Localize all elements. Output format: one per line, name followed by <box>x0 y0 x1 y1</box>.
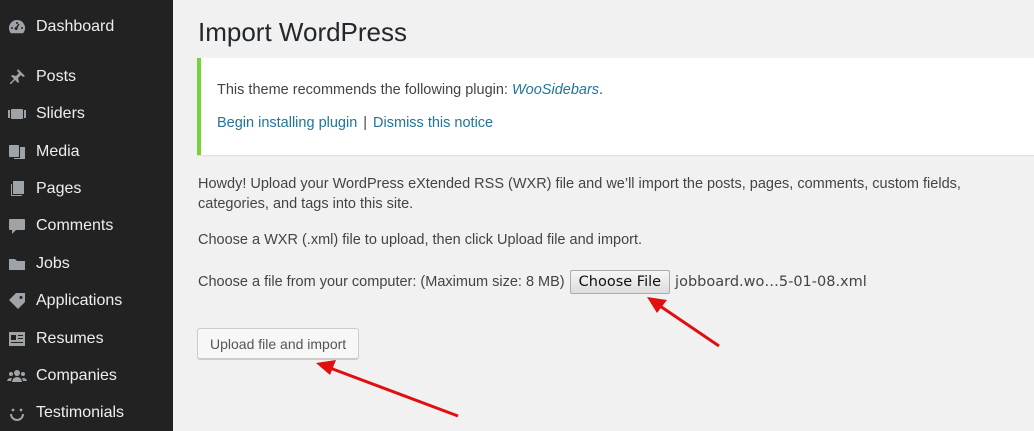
sidebar-item-label: Applications <box>36 292 123 309</box>
sidebar-item-applications[interactable]: Applications <box>0 284 173 318</box>
folder-icon <box>6 253 28 275</box>
sidebar-item-pages[interactable]: Pages <box>0 172 173 206</box>
sidebar-item-label: Jobs <box>36 255 70 272</box>
slider-icon <box>6 103 28 125</box>
page-title: Import WordPress <box>198 17 408 47</box>
group-icon <box>6 365 28 387</box>
sidebar-item-resumes[interactable]: Resumes <box>0 322 173 356</box>
sidebar-item-label: Companies <box>36 367 117 384</box>
sidebar-item-label: Resumes <box>36 330 104 347</box>
file-upload-row: Choose a file from your computer: (Maxim… <box>198 270 867 294</box>
sidebar-item-label: Posts <box>36 68 77 85</box>
notice-text: This theme recommends the following plug… <box>217 82 603 98</box>
dismiss-notice-link[interactable]: Dismiss this notice <box>373 115 493 131</box>
dashboard-icon <box>6 16 28 38</box>
id-card-icon <box>6 328 28 350</box>
media-icon <box>6 141 28 163</box>
sidebar-item-label: Media <box>36 143 80 160</box>
notice-text-prefix: This theme recommends the following plug… <box>217 82 512 98</box>
notice-separator: | <box>363 115 368 131</box>
sidebar-item-media[interactable]: Media <box>0 135 173 169</box>
sidebar-item-testimonials[interactable]: Testimonials <box>0 396 173 430</box>
choose-hint-text: Choose a WXR (.xml) file to upload, then… <box>198 232 643 248</box>
sidebar-item-dashboard[interactable]: Dashboard <box>0 10 173 44</box>
comment-icon <box>6 215 28 237</box>
plugin-link[interactable]: WooSidebars <box>512 82 599 98</box>
smiley-icon <box>6 402 28 424</box>
pin-icon <box>6 66 28 88</box>
sidebar-item-sliders[interactable]: Sliders <box>0 97 173 131</box>
file-label: Choose a file from your computer: (Maxim… <box>198 274 565 290</box>
intro-text: Howdy! Upload your WordPress eXtended RS… <box>198 176 961 212</box>
sidebar-item-label: Comments <box>36 217 114 234</box>
admin-sidebar: Dashboard Posts Sliders Media Pages Comm… <box>0 0 173 431</box>
selected-file-name: jobboard.wo…5-01-08.xml <box>675 274 867 290</box>
pages-icon <box>6 178 28 200</box>
notice-text-suffix: . <box>599 82 604 98</box>
sidebar-item-label: Sliders <box>36 105 85 122</box>
sidebar-item-label: Dashboard <box>36 18 115 35</box>
sidebar-item-posts[interactable]: Posts <box>0 60 173 94</box>
begin-installing-link[interactable]: Begin installing plugin <box>217 115 357 131</box>
plugin-notice: This theme recommends the following plug… <box>197 58 1034 155</box>
sidebar-item-jobs[interactable]: Jobs <box>0 247 173 281</box>
sidebar-item-label: Pages <box>36 180 82 197</box>
sidebar-item-label: Testimonials <box>36 404 125 421</box>
sidebar-item-companies[interactable]: Companies <box>0 359 173 393</box>
choose-file-button[interactable]: Choose File <box>569 270 671 294</box>
sidebar-item-comments[interactable]: Comments <box>0 209 173 243</box>
notice-actions: Begin installing plugin | Dismiss this not… <box>217 115 493 131</box>
upload-and-import-button[interactable]: Upload file and import <box>197 328 360 359</box>
main-content: Import WordPress This theme recommends t… <box>173 0 1034 431</box>
tag-icon <box>6 290 28 312</box>
